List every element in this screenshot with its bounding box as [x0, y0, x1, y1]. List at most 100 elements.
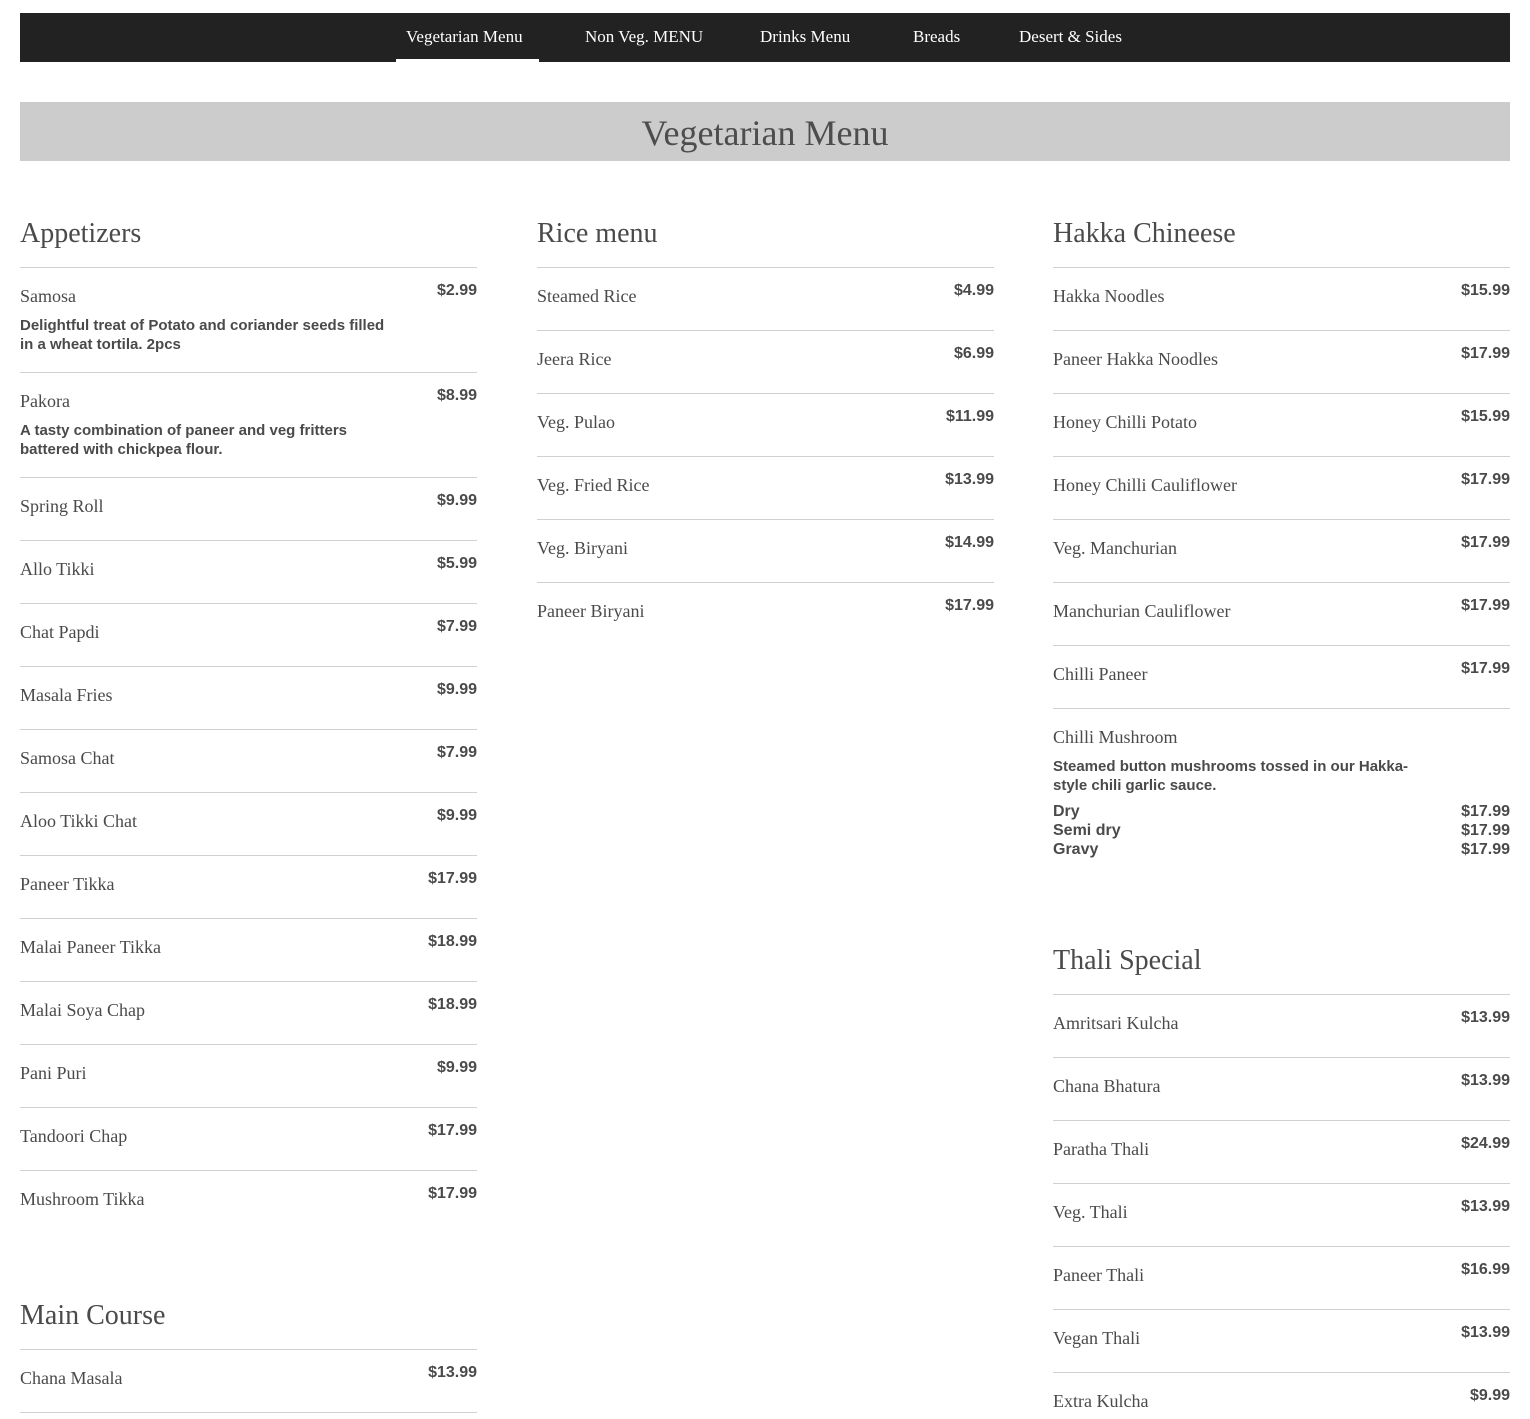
divider — [1053, 519, 1510, 520]
item-name: Veg. Thali — [1053, 1202, 1128, 1222]
item-price: $17.99 — [428, 1185, 477, 1202]
divider — [1053, 393, 1510, 394]
item-name: Paneer Thali — [1053, 1265, 1145, 1285]
item-name: Samosa Chat — [20, 748, 115, 768]
item-price: $17.99 — [1461, 345, 1510, 362]
item-name: Steamed Rice — [537, 286, 637, 306]
divider — [1053, 582, 1510, 583]
item-name: Aloo Tikki Chat — [20, 811, 138, 831]
item-name: Chilli Paneer — [1053, 664, 1148, 684]
item-name: Amritsari Kulcha — [1053, 1013, 1179, 1033]
divider — [20, 855, 477, 856]
item-name: Manchurian Cauliflower — [1053, 601, 1231, 621]
item-price: $15.99 — [1461, 408, 1510, 425]
item-price: $13.99 — [1461, 1198, 1510, 1215]
item-name: Paneer Tikka — [20, 874, 115, 894]
item-name: Pani Puri — [20, 1063, 87, 1083]
item-price: $13.99 — [428, 1364, 477, 1381]
item-name: Chat Papdi — [20, 622, 100, 642]
item-description: Steamed button mushrooms tossed in our H… — [1053, 758, 1409, 794]
item-price: $11.99 — [945, 408, 994, 425]
divider — [537, 330, 994, 331]
item-name: Chana Bhatura — [1053, 1076, 1161, 1096]
divider — [537, 456, 994, 457]
variant-label: Gravy — [1053, 841, 1099, 858]
divider — [1053, 1372, 1510, 1373]
item-price: $5.99 — [436, 555, 477, 572]
item-name: Pakora — [20, 391, 70, 411]
item-price: $18.99 — [428, 933, 477, 950]
item-price: $9.99 — [436, 492, 477, 509]
item-price: $9.99 — [436, 681, 477, 698]
item-price: $4.99 — [953, 282, 994, 299]
column-left: Appetizers Samosa $2.99 Delightful treat… — [20, 0, 477, 1419]
section-title-main-course: Main Course — [20, 1300, 166, 1331]
item-price: $13.99 — [1461, 1072, 1510, 1089]
divider — [20, 729, 477, 730]
divider — [1053, 456, 1510, 457]
divider — [20, 918, 477, 919]
item-name: Malai Soya Chap — [20, 1000, 145, 1020]
item-name: Mushroom Tikka — [20, 1189, 145, 1209]
divider — [20, 981, 477, 982]
divider — [20, 666, 477, 667]
item-description: Delightful treat of Potato and coriander… — [20, 317, 385, 353]
variant-price: $17.99 — [1461, 803, 1510, 820]
item-price: $14.99 — [945, 534, 994, 551]
item-name: Samosa — [20, 286, 76, 306]
divider — [20, 1170, 477, 1171]
item-name: Paneer Hakka Noodles — [1053, 349, 1218, 369]
item-price: $18.99 — [428, 996, 477, 1013]
item-name: Chilli Mushroom — [1053, 727, 1178, 747]
section-title-rice-menu: Rice menu — [537, 218, 658, 249]
section-title-appetizers: Appetizers — [20, 218, 142, 249]
item-name: Honey Chilli Cauliflower — [1053, 475, 1237, 495]
divider — [20, 1107, 477, 1108]
item-price: $24.99 — [1461, 1135, 1510, 1152]
item-price: $16.99 — [1461, 1261, 1510, 1278]
item-name: Malai Paneer Tikka — [20, 937, 161, 957]
divider — [537, 519, 994, 520]
divider — [1053, 1246, 1510, 1247]
variant-label: Dry — [1053, 803, 1080, 820]
divider — [20, 540, 477, 541]
variant-label: Semi dry — [1053, 822, 1121, 839]
divider — [1053, 645, 1510, 646]
divider — [1053, 1057, 1510, 1058]
divider — [20, 603, 477, 604]
divider — [1053, 1120, 1510, 1121]
item-price: $7.99 — [436, 744, 477, 761]
item-name: Veg. Biryani — [537, 538, 628, 558]
divider — [537, 267, 994, 268]
item-price: $8.99 — [436, 387, 477, 404]
item-price: $17.99 — [1461, 660, 1510, 677]
item-name: Honey Chilli Potato — [1053, 412, 1197, 432]
section-title-hakka: Hakka Chineese — [1053, 218, 1236, 249]
item-price: $17.99 — [945, 597, 994, 614]
item-price: $7.99 — [436, 618, 477, 635]
divider — [20, 1412, 477, 1413]
variant-price: $17.99 — [1461, 841, 1510, 858]
divider — [20, 1349, 477, 1350]
item-name: Allo Tikki — [20, 559, 95, 579]
divider — [20, 477, 477, 478]
item-name: Chana Masala — [20, 1368, 123, 1388]
item-price: $9.99 — [436, 807, 477, 824]
divider — [20, 372, 477, 373]
item-name: Vegan Thali — [1053, 1328, 1141, 1348]
item-description: A tasty combination of paneer and veg fr… — [20, 422, 348, 458]
item-name: Veg. Fried Rice — [537, 475, 650, 495]
divider — [20, 267, 477, 268]
item-price: $13.99 — [1461, 1324, 1510, 1341]
item-name: Spring Roll — [20, 496, 104, 516]
divider — [1053, 1309, 1510, 1310]
divider — [20, 792, 477, 793]
item-price: $6.99 — [953, 345, 994, 362]
item-price: $2.99 — [436, 282, 477, 299]
item-name: Paneer Biryani — [537, 601, 645, 621]
item-name: Extra Kulcha — [1053, 1391, 1149, 1411]
divider — [1053, 994, 1510, 995]
divider — [1053, 330, 1510, 331]
divider — [537, 582, 994, 583]
section-title-thali: Thali Special — [1053, 945, 1202, 976]
